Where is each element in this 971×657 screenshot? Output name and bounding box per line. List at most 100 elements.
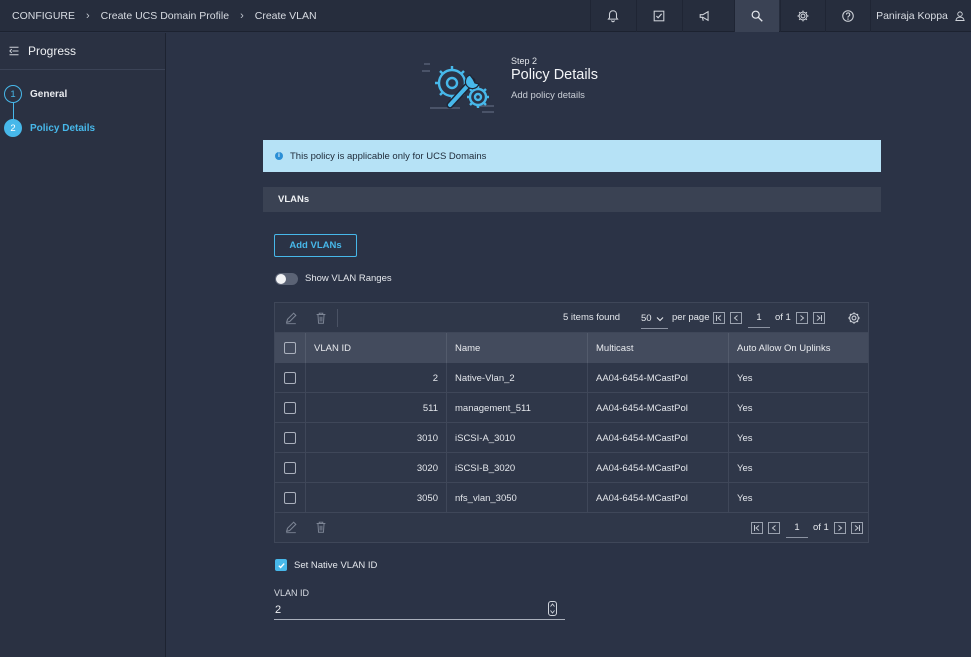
- select-all-checkbox[interactable]: [284, 342, 296, 354]
- column-header-auto-allow[interactable]: Auto Allow On Uplinks: [728, 333, 868, 363]
- last-page-button[interactable]: [851, 522, 863, 534]
- user-menu[interactable]: Paniraja Koppa: [870, 0, 971, 32]
- row-checkbox[interactable]: [284, 432, 296, 444]
- cell-vlan-id: 2: [305, 363, 446, 393]
- row-checkbox[interactable]: [284, 372, 296, 384]
- table-row[interactable]: 3010 iSCSI-A_3010 AA04-6454-MCastPol Yes: [275, 423, 868, 453]
- next-page-button[interactable]: [796, 312, 808, 324]
- cell-vlan-id: 3020: [305, 453, 446, 483]
- cell-name: nfs_vlan_3050: [446, 483, 587, 513]
- chevron-left-icon: [771, 525, 776, 531]
- info-banner-text: This policy is applicable only for UCS D…: [290, 150, 487, 162]
- table-toolbar: 5 items found 50 per page 1 of 1: [275, 303, 868, 333]
- announcements-button[interactable]: [682, 0, 727, 32]
- cell-multicast: AA04-6454-MCastPol: [587, 393, 728, 423]
- chevron-down-icon: [656, 316, 663, 321]
- cell-name: iSCSI-A_3010: [446, 423, 587, 453]
- prev-page-button[interactable]: [730, 312, 742, 324]
- edit-icon[interactable]: [284, 311, 298, 325]
- cell-name: management_511: [446, 393, 587, 423]
- step-general[interactable]: 1 General: [4, 85, 67, 103]
- cell-auto-allow: Yes: [728, 393, 868, 423]
- progress-header: Progress: [0, 33, 165, 70]
- show-vlan-ranges-toggle[interactable]: [275, 273, 298, 285]
- edit-icon[interactable]: [284, 520, 298, 534]
- vlan-id-label: VLAN ID: [274, 588, 310, 598]
- top-bar: CONFIGURE › Create UCS Domain Profile › …: [0, 0, 971, 32]
- tasks-button[interactable]: [636, 0, 681, 32]
- breadcrumb-configure[interactable]: CONFIGURE: [12, 10, 75, 22]
- search-button[interactable]: [734, 0, 779, 32]
- select-all-cell: [275, 333, 305, 363]
- user-name: Paniraja Koppa: [876, 10, 948, 22]
- cell-auto-allow: Yes: [728, 453, 868, 483]
- show-vlan-ranges-label: Show VLAN Ranges: [305, 273, 392, 284]
- column-header-name[interactable]: Name: [446, 333, 587, 363]
- step-policy-details[interactable]: 2 Policy Details: [4, 119, 95, 137]
- first-page-button[interactable]: [713, 312, 725, 324]
- first-page-icon: [754, 525, 760, 531]
- prev-page-button[interactable]: [768, 522, 780, 534]
- gear-wrench-icon: [422, 63, 494, 113]
- collapse-menu-icon[interactable]: [8, 45, 20, 57]
- table-row[interactable]: 3050 nfs_vlan_3050 AA04-6454-MCastPol Ye…: [275, 483, 868, 513]
- toggle-knob: [276, 274, 286, 284]
- add-vlans-button[interactable]: Add VLANs: [274, 234, 357, 257]
- table-row[interactable]: 3020 iSCSI-B_3020 AA04-6454-MCastPol Yes: [275, 453, 868, 483]
- page-number-input[interactable]: 1: [786, 518, 808, 538]
- chevron-right-icon: ›: [86, 10, 90, 22]
- column-header-multicast[interactable]: Multicast: [587, 333, 728, 363]
- page-subtitle: Add policy details: [511, 90, 585, 101]
- table-header: VLAN ID Name Multicast Auto Allow On Upl…: [275, 333, 868, 363]
- step-indicator: Step 2: [511, 56, 538, 66]
- row-select-cell: [275, 393, 305, 423]
- user-icon: [955, 11, 965, 21]
- cell-multicast: AA04-6454-MCastPol: [587, 423, 728, 453]
- row-select-cell: [275, 453, 305, 483]
- cell-name: Native-Vlan_2: [446, 363, 587, 393]
- last-page-icon: [816, 315, 822, 321]
- vlan-id-stepper[interactable]: [548, 601, 557, 616]
- trash-icon[interactable]: [314, 520, 328, 534]
- step-number: 2: [4, 119, 22, 137]
- cell-name: iSCSI-B_3020: [446, 453, 587, 483]
- chevron-down-icon[interactable]: [550, 609, 555, 614]
- per-page-value: 50: [641, 313, 652, 324]
- progress-panel: Progress 1 General 2 Policy Details: [0, 33, 166, 657]
- chevron-right-icon: [800, 315, 805, 321]
- column-header-vlan-id[interactable]: VLAN ID: [305, 333, 446, 363]
- chevron-up-icon[interactable]: [550, 603, 555, 608]
- first-page-icon: [716, 315, 722, 321]
- first-page-button[interactable]: [751, 522, 763, 534]
- help-button[interactable]: [825, 0, 870, 32]
- breadcrumb-create-vlan: Create VLAN: [254, 10, 317, 22]
- set-native-vlan-label: Set Native VLAN ID: [294, 560, 378, 571]
- table-row[interactable]: 511 management_511 AA04-6454-MCastPol Ye…: [275, 393, 868, 423]
- step-label: Policy Details: [30, 122, 96, 134]
- per-page-select[interactable]: 50: [641, 309, 668, 329]
- row-checkbox[interactable]: [284, 492, 296, 504]
- vlan-id-input[interactable]: [274, 600, 565, 620]
- table-settings-gear-icon[interactable]: [847, 311, 861, 325]
- row-checkbox[interactable]: [284, 402, 296, 414]
- items-found: 5 items found: [563, 312, 621, 323]
- trash-icon[interactable]: [314, 311, 328, 325]
- cell-multicast: AA04-6454-MCastPol: [587, 483, 728, 513]
- row-select-cell: [275, 423, 305, 453]
- toolbar-divider: [337, 309, 338, 327]
- page-title: Policy Details: [511, 67, 599, 83]
- row-checkbox[interactable]: [284, 462, 296, 474]
- last-page-button[interactable]: [813, 312, 825, 324]
- cell-auto-allow: Yes: [728, 483, 868, 513]
- search-icon: [751, 10, 763, 22]
- next-page-button[interactable]: [834, 522, 846, 534]
- set-native-vlan-checkbox[interactable]: [275, 559, 287, 571]
- breadcrumb-ucs-domain-profile[interactable]: Create UCS Domain Profile: [101, 10, 229, 22]
- notifications-button[interactable]: [590, 0, 635, 32]
- page-number-input[interactable]: 1: [748, 308, 770, 328]
- settings-button[interactable]: [780, 0, 825, 32]
- vlans-section-header: VLANs: [263, 187, 881, 212]
- bell-icon: [607, 10, 619, 23]
- table-row[interactable]: 2 Native-Vlan_2 AA04-6454-MCastPol Yes: [275, 363, 868, 393]
- chevron-right-icon: ›: [240, 10, 244, 22]
